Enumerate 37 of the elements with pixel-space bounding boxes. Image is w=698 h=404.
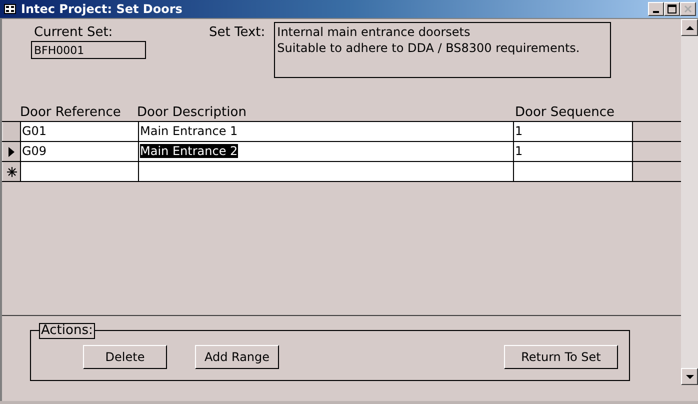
return-to-set-button[interactable]: Return To Set [504,345,618,369]
window-title: Intec Project: Set Doors [21,2,182,16]
table-cell[interactable]: 1 [513,122,632,141]
delete-button[interactable]: Delete [83,345,167,369]
current-record-icon [8,146,15,156]
down-arrow-icon [686,374,694,378]
vertical-scrollbar[interactable] [681,19,698,385]
table-cell[interactable]: 1 [513,142,632,161]
maximize-icon [667,4,677,14]
maximize-button[interactable] [664,2,680,16]
close-icon [683,4,693,14]
record-selector[interactable] [2,162,20,181]
table-cell[interactable]: G09 [20,142,138,161]
column-header: Door Reference [20,105,122,121]
minimize-icon [653,11,659,13]
column-header: Door Sequence [515,105,615,121]
new-record-icon [6,166,16,176]
table-cell[interactable]: G01 [20,122,138,141]
actions-label: Actions: [39,323,95,339]
current-set-field[interactable]: BFH0001 [31,41,146,59]
table-cell[interactable]: Main Entrance 2 [138,142,513,161]
table-cell[interactable]: Main Entrance 1 [138,122,513,141]
minimize-button[interactable] [648,2,664,16]
table-cell[interactable] [138,162,513,181]
scroll-up-button[interactable] [681,19,698,36]
up-arrow-icon [686,26,694,30]
add-range-button[interactable]: Add Range [195,345,279,369]
current-set-label: Current Set: [34,25,114,40]
set-text-label: Set Text: [209,25,266,41]
scroll-down-button[interactable] [681,368,698,385]
column-header: Door Description [137,105,248,121]
table-cell[interactable] [20,162,138,181]
form-icon [4,4,16,14]
table-cell[interactable] [513,162,632,181]
set-text-field[interactable]: Internal main entrance doorsets Suitable to adhere to DDA / BS8300 requirements. [274,22,612,78]
record-selector[interactable] [2,142,20,161]
close-button[interactable] [680,2,696,16]
